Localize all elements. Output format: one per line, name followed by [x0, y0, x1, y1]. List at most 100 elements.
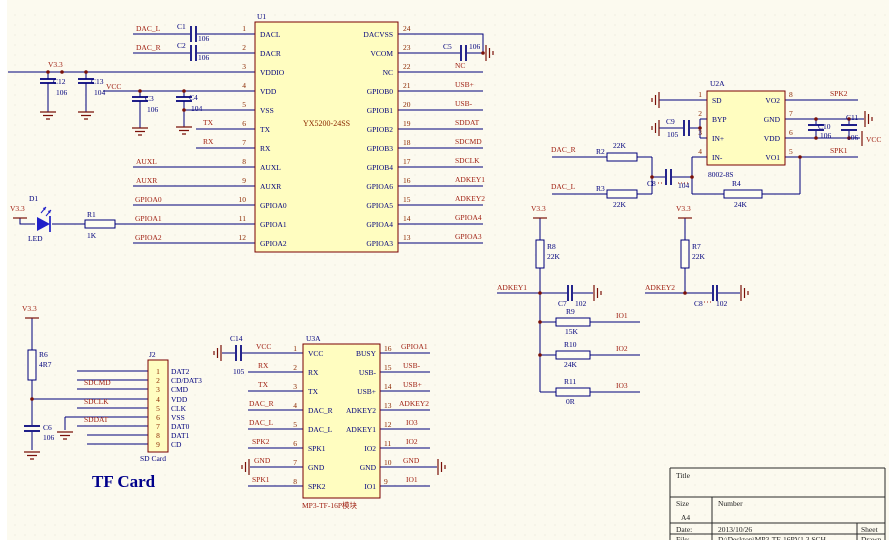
res-value: 24K	[564, 360, 578, 369]
pin-number: 12	[384, 420, 392, 429]
pin-number: 7	[156, 422, 160, 431]
net-label: GPIOA1	[135, 214, 162, 223]
res-ref: R7	[692, 242, 701, 251]
pin-number: 5	[242, 100, 246, 109]
pin-name: IO2	[364, 444, 376, 453]
net-label: IO3	[406, 418, 418, 427]
pin-name: VDDIO	[260, 68, 285, 77]
pin-number: 13	[384, 401, 392, 410]
pin-name: USB-	[359, 368, 377, 377]
pin-number: 22	[403, 62, 411, 71]
net-label: DAC_R	[249, 399, 274, 408]
res-ref: R1	[87, 210, 96, 219]
res-value: 22K	[613, 200, 627, 209]
r10-resistor	[556, 351, 590, 359]
cap-ref: C9	[666, 117, 675, 126]
net-label: ADKEY1	[497, 283, 527, 292]
pin-number: 3	[698, 128, 702, 137]
pin-name: GPIOA0	[260, 201, 287, 210]
net-label: DAC_R	[136, 43, 161, 52]
cap-ref: C3	[145, 94, 154, 103]
pin-number: 3	[242, 62, 246, 71]
pin-name: DAC_R	[308, 406, 333, 415]
cap-value: 106	[147, 105, 159, 114]
net-label: USB+	[403, 380, 422, 389]
pin-name: VSS	[171, 413, 185, 422]
res-ref: R2	[596, 147, 605, 156]
pin-name: IN-	[712, 153, 723, 162]
r11-resistor	[556, 388, 590, 396]
power-label: VCC	[866, 135, 881, 144]
pin-name: IN+	[712, 134, 724, 143]
net-label: GPIOA2	[135, 233, 162, 242]
res-ref: R10	[564, 340, 577, 349]
net-label: GND	[254, 456, 271, 465]
pin-number: 4	[156, 395, 160, 404]
res-ref: R4	[732, 179, 741, 188]
pin-number: 2	[698, 109, 702, 118]
pin-name: GPIOB0	[367, 87, 394, 96]
pin-name: VO2	[765, 96, 780, 105]
net-label: NC	[455, 61, 465, 70]
pin-name: DACR	[260, 49, 281, 58]
net-label: IO1	[616, 311, 628, 320]
pin-number: 8	[789, 90, 793, 99]
cap-value: 105	[667, 130, 679, 139]
pin-name: GPIOA1	[260, 220, 287, 229]
titleblock-date-label: Date:	[676, 525, 692, 534]
net-label: DAC_R	[551, 145, 576, 154]
diode-ref: D1	[29, 194, 38, 203]
net-label: GPIOA1	[401, 342, 428, 351]
power-label: V3.3	[531, 204, 546, 213]
pin-name: GPIOA5	[366, 201, 393, 210]
net-label: DAC_L	[249, 418, 274, 427]
pin-name: SPK1	[308, 444, 326, 453]
pin-name: GPIOB2	[367, 125, 394, 134]
power-label: V3.3	[10, 204, 25, 213]
pin-number: 7	[293, 458, 297, 467]
pin-number: 8	[242, 157, 246, 166]
net-label: IO3	[616, 381, 628, 390]
net-label: IO2	[616, 344, 628, 353]
cap-value: 102	[575, 299, 587, 308]
pin-name: VCOM	[370, 49, 393, 58]
net-label: SDCLK	[455, 156, 480, 165]
pin-name: GPIOB1	[367, 106, 394, 115]
pin-name: IO1	[364, 482, 376, 491]
r8-resistor	[536, 240, 544, 268]
cap-ref: C5	[443, 42, 452, 51]
r3-resistor	[607, 190, 637, 198]
pin-name: GPIOA2	[260, 239, 287, 248]
net-label: DAC_L	[136, 24, 161, 33]
connector-name: SD Card	[140, 454, 166, 463]
titleblock-sheet-label: Sheet	[861, 525, 879, 534]
pin-name: GND	[308, 463, 325, 472]
pin-number: 4	[698, 147, 702, 156]
net-label: VCC	[256, 342, 271, 351]
res-value: 4R7	[39, 360, 52, 369]
pin-name: VDD	[764, 134, 781, 143]
pin-name: SPK2	[308, 482, 326, 491]
pin-name: BUSY	[356, 349, 377, 358]
pin-name: VDD	[260, 87, 277, 96]
r4-resistor	[724, 190, 762, 198]
pin-number: 18	[403, 138, 411, 147]
pin-name: VDD	[171, 395, 188, 404]
net-label: ADKEY2	[399, 399, 429, 408]
net-label: DAC_L	[551, 182, 576, 191]
cap-value: 106	[56, 88, 68, 97]
pin-name: DAT0	[171, 422, 190, 431]
pin-number: 14	[403, 214, 411, 223]
sheet-left-margin	[0, 0, 7, 540]
pin-number: 1	[242, 24, 246, 33]
pin-number: 6	[156, 413, 160, 422]
pin-name: GPIOB4	[367, 163, 394, 172]
net-label: TX	[203, 118, 214, 127]
cap-ref: C10	[818, 122, 831, 131]
pin-number: 24	[403, 24, 411, 33]
pin-name: BYP	[712, 115, 727, 124]
pin-name: DAT1	[171, 431, 190, 440]
ref-des: J2	[149, 350, 156, 359]
pin-name: DACL	[260, 30, 281, 39]
cap-ref: C12	[53, 77, 66, 86]
